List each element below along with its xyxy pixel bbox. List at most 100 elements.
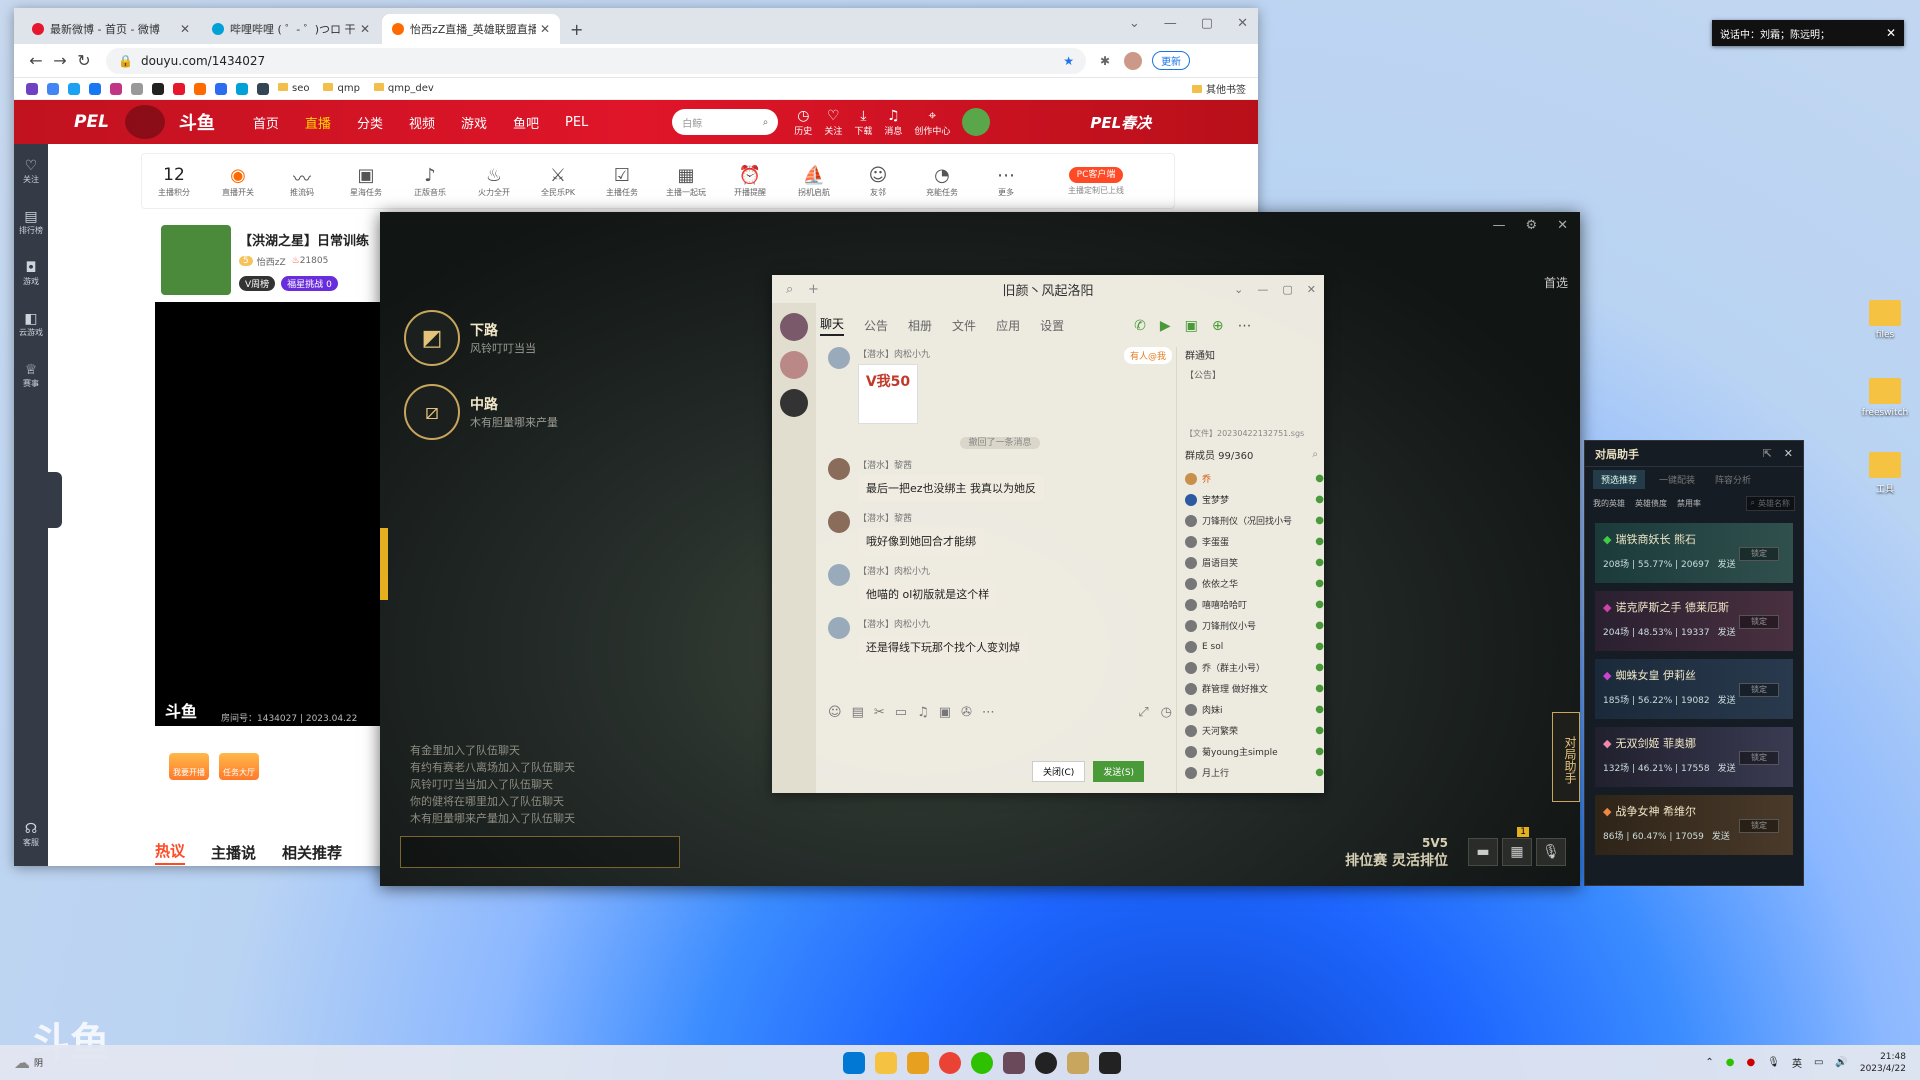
close-chat-button[interactable]: 关闭(C) — [1032, 761, 1086, 782]
video-call-icon[interactable]: ▶ — [1160, 318, 1171, 334]
tab-lineup-analysis[interactable]: 阵容分析 — [1715, 473, 1751, 486]
chevron-down-icon[interactable]: ⌄ — [1234, 283, 1243, 296]
bookmark-folder-other[interactable]: 其他书签 — [1192, 81, 1246, 96]
tool-music[interactable]: ♪ 正版音乐 — [398, 165, 462, 198]
task-hall-button[interactable]: 任务大厅 — [219, 752, 259, 780]
gear-icon[interactable]: ⚙ — [1525, 218, 1537, 233]
close-icon[interactable]: ✕ — [180, 22, 190, 36]
github-icon[interactable] — [152, 82, 164, 95]
hero-card[interactable]: ◆ 战争女神 希维尔 86场 | 60.47% | 17059 发送 锁定 — [1595, 795, 1793, 855]
nav-category[interactable]: 分类 — [357, 113, 383, 132]
minimize-icon[interactable]: — — [1164, 16, 1177, 31]
send-link[interactable]: 发送 — [1718, 693, 1736, 706]
sidebar-item-cloud-game[interactable]: ◧ 云游戏 — [14, 311, 48, 338]
qq-tray-icon[interactable]: ● — [1747, 1057, 1756, 1068]
member-item[interactable]: 群管理 做好推文 ● — [1185, 678, 1324, 699]
douyu-icon[interactable] — [194, 82, 206, 95]
browser-tab-douyu[interactable]: 怡西zZ直播_英雄联盟直播_斗鱼 ✕ — [382, 14, 560, 44]
extensions-icon[interactable]: ✱ — [1100, 54, 1110, 68]
tool-launch[interactable]: ⛵ 拐机启航 — [782, 165, 846, 198]
message-input[interactable] — [828, 727, 1172, 757]
user-avatar[interactable] — [962, 108, 991, 136]
pel-logo[interactable]: PEL — [74, 112, 109, 132]
hero-search-input[interactable]: ⌕ 英雄名称 — [1745, 495, 1795, 511]
more-icon[interactable]: ⋯ — [1238, 318, 1252, 334]
douyu-logo[interactable]: 斗鱼 — [179, 109, 215, 135]
follow-button[interactable]: ♡ 关注 — [824, 108, 842, 137]
close-icon[interactable]: ✕ — [1237, 16, 1248, 31]
maximize-icon[interactable]: ▢ — [1282, 283, 1292, 296]
creator-center-button[interactable]: ⌖ 创作中心 — [914, 108, 950, 137]
close-icon[interactable]: ✕ — [1557, 218, 1568, 233]
tab-files[interactable]: 文件 — [952, 317, 976, 334]
tool-live-reminder[interactable]: ⏰ 开播提醒 — [718, 165, 782, 198]
notice-file[interactable]: 【文件】20230422132751.sgs — [1185, 428, 1324, 439]
member-item[interactable]: 月上行 ● — [1185, 762, 1324, 783]
sender-avatar[interactable] — [828, 617, 850, 639]
lock-hero-button[interactable]: 锁定 — [1739, 547, 1779, 561]
nav-pel[interactable]: PEL — [565, 115, 588, 130]
conversation-avatar[interactable] — [780, 389, 808, 417]
twitter-icon[interactable] — [68, 82, 80, 95]
notice-body[interactable]: 【公告】 — [1185, 368, 1324, 428]
user-avatar[interactable] — [780, 313, 808, 341]
game-helper-icon[interactable] — [1099, 1051, 1122, 1074]
member-item[interactable]: 嘻嘻哈哈叮 ● — [1185, 594, 1324, 615]
minimize-icon[interactable]: — — [1492, 218, 1505, 233]
lane-mid[interactable]: ⧄ 中路 木有胆量哪来产量 — [404, 384, 558, 440]
bookmark-icon[interactable] — [26, 82, 38, 95]
screen-share-icon[interactable]: ▣ — [1185, 318, 1198, 334]
streamer-name[interactable]: 怡西zZ — [257, 255, 286, 268]
friends-icon[interactable]: ▦ 1 — [1502, 827, 1532, 866]
search-icon[interactable]: ⌕ — [786, 282, 793, 297]
member-item[interactable]: 乔 ● — [1185, 468, 1324, 489]
download-button[interactable]: ⤓ 下载 — [854, 108, 872, 137]
hero-card[interactable]: ◆ 瑞铁商妖长 熊石 208场 | 55.77% | 20697 发送 锁定 — [1595, 523, 1793, 583]
send-button[interactable]: 发送(S) — [1093, 761, 1145, 782]
profile-avatar[interactable] — [1124, 51, 1143, 70]
sender-avatar[interactable] — [828, 564, 850, 586]
lucky-challenge-tag[interactable]: 福星挑战 0 — [281, 275, 338, 291]
member-item[interactable]: 依依之华 ● — [1185, 573, 1324, 594]
bookmark-icon[interactable] — [257, 82, 269, 95]
windows-start-icon[interactable] — [843, 1051, 866, 1074]
lane-bottom[interactable]: ◩ 下路 风铃叮叮当当 — [404, 310, 536, 366]
tool-anchor-task[interactable]: ☑ 主播任务 — [590, 165, 654, 198]
member-item[interactable]: E sol ● — [1185, 636, 1324, 657]
tool-stream-key[interactable]: 〰推流码 — [270, 165, 334, 198]
tool-neighbors[interactable]: ☺ 友邻 — [846, 165, 910, 198]
clock[interactable]: 21:48 2023/4/22 — [1860, 1051, 1906, 1075]
member-item[interactable]: 刀锋刑仪小号 ● — [1185, 615, 1324, 636]
hero-card[interactable]: ◆ 蜘蛛女皇 伊莉丝 185场 | 56.22% | 19082 发送 锁定 — [1595, 659, 1793, 719]
bookmark-folder-qmp[interactable]: qmp — [323, 83, 359, 94]
reload-icon[interactable]: ↻ — [72, 51, 96, 70]
sender-avatar[interactable] — [828, 347, 850, 369]
sender-avatar[interactable] — [828, 511, 850, 533]
weekly-rank-tag[interactable]: V周榜 — [239, 275, 276, 291]
member-item[interactable]: 肉妹i ● — [1185, 699, 1324, 720]
address-bar[interactable]: 🔒 douyu.com/1434027 ★ — [106, 47, 1086, 74]
desktop-icon-tools[interactable]: 工具 — [1862, 452, 1908, 495]
sidebar-item-rank[interactable]: ▤ 排行榜 — [14, 209, 48, 236]
team-chat-input[interactable] — [400, 836, 680, 868]
add-icon[interactable]: ⊕ — [1212, 318, 1224, 334]
conversation-avatar[interactable] — [780, 351, 808, 379]
bookmark-icon[interactable] — [131, 82, 143, 95]
sidebar-item-game[interactable]: ◘ 游戏 — [14, 260, 48, 287]
image-icon[interactable]: ▣ — [939, 705, 951, 720]
tab-apps[interactable]: 应用 — [996, 317, 1020, 334]
tool-charge-task[interactable]: ◔ 充能任务 — [910, 165, 974, 198]
sidebar-item-events[interactable]: ♕ 赛事 — [14, 362, 48, 389]
mention-badge[interactable]: 有人@我 — [1123, 347, 1172, 364]
qq-icon[interactable] — [1003, 1051, 1026, 1074]
more-icon[interactable]: ⋯ — [982, 705, 995, 720]
weather-widget[interactable]: ☁ 阴 — [14, 1053, 43, 1072]
chrome-icon[interactable] — [939, 1051, 962, 1074]
send-link[interactable]: 发送 — [1712, 829, 1730, 842]
member-item[interactable]: 李蛋蛋 ● — [1185, 531, 1324, 552]
sub-tab-ban-rate[interactable]: 禁用率 — [1677, 498, 1701, 509]
tab-one-click-build[interactable]: 一键配装 — [1659, 473, 1695, 486]
send-link[interactable]: 发送 — [1718, 557, 1736, 570]
tool-firepower[interactable]: ♨ 火力全开 — [462, 165, 526, 198]
sub-tab-my-heroes[interactable]: 我的英雄 — [1593, 498, 1625, 509]
